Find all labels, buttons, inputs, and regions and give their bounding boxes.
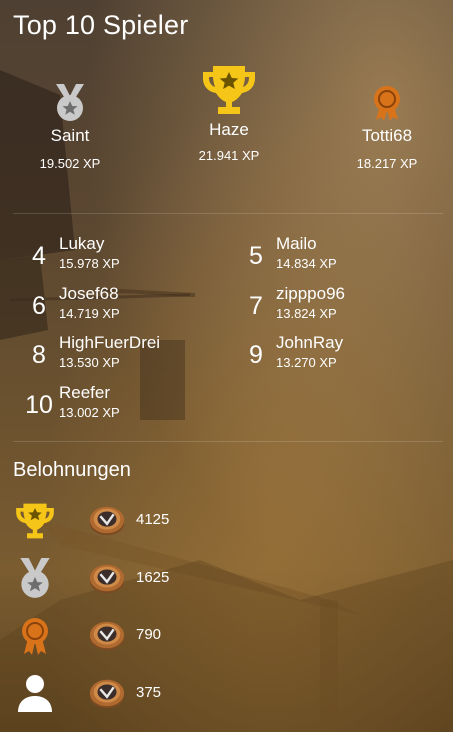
player-xp: 13.824 XP [276,306,337,321]
podium-first[interactable]: Haze 21.941 XP [169,64,289,163]
page-title: Top 10 Spieler [13,10,189,40]
player-name: Josef68 [59,284,119,303]
player-name: HighFuerDrei [59,333,161,352]
coin-icon [89,621,125,651]
coin-icon [89,564,125,594]
podium-second-xp: 19.502 XP [39,156,101,171]
player-name: Lukay [59,234,105,253]
podium-first-xp: 21.941 XP [198,148,260,163]
player-xp: 15.978 XP [59,256,120,271]
reward-amount: 4125 [136,511,170,528]
player-xp: 14.719 XP [59,306,120,321]
player-name: Mailo [276,234,317,253]
person-icon [18,675,52,712]
podium-divider [13,213,443,214]
rewards-title: Belohnungen [13,459,131,481]
silver-medal-icon [56,84,84,121]
reward-amount: 790 [136,626,162,643]
coin-icon [89,679,125,709]
podium-second[interactable]: Saint 19.502 XP [10,84,130,171]
reward-amount: 1625 [136,569,170,586]
rank-number: 5 [249,242,263,270]
podium-third[interactable]: Totti68 18.217 XP [327,84,447,171]
bronze-rosette-icon [22,618,48,655]
trophy-icon [203,66,255,114]
player-name: Reefer [59,383,111,402]
player-xp: 14.834 XP [276,256,337,271]
rank-number: 4 [32,242,46,270]
rank-number: 10 [25,391,53,419]
rank-number: 6 [32,292,46,320]
podium-second-name: Saint [50,126,90,145]
player-name: JohnRay [276,333,344,352]
player-xp: 13.002 XP [59,405,120,420]
player-xp: 13.530 XP [59,355,120,370]
podium-third-xp: 18.217 XP [356,156,418,171]
player-name: zipppo96 [276,284,346,303]
podium-third-name: Totti68 [361,126,413,145]
reward-row-first: 4125 [0,499,453,549]
player-xp: 13.270 XP [276,355,337,370]
rank-number: 7 [249,292,263,320]
ranks-divider [13,441,443,442]
reward-row-second: 1625 [0,557,453,607]
reward-row-participant: 375 [0,672,453,722]
silver-medal-icon [20,558,50,598]
rank-number: 8 [32,341,46,369]
bronze-rosette-icon [374,86,400,121]
reward-row-third: 790 [0,614,453,664]
podium-first-name: Haze [209,120,249,139]
trophy-icon [16,503,54,539]
coin-icon [89,506,125,536]
rank-number: 9 [249,341,263,369]
reward-amount: 375 [136,684,162,701]
